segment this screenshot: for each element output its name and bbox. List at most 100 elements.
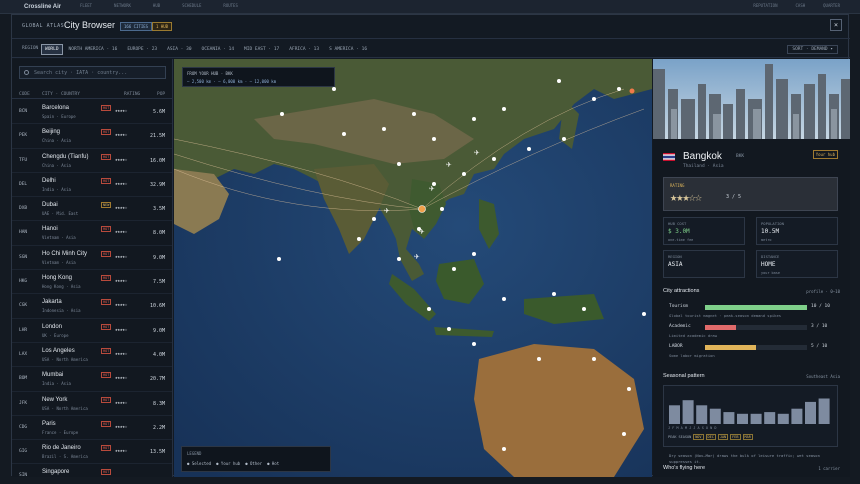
city-code: CDG (19, 424, 28, 430)
peak-month: NOV (693, 434, 704, 440)
legend-selected: ● Selected (187, 461, 212, 466)
stat-label: NETWORK (114, 3, 131, 8)
kpi-sub: your base (761, 271, 780, 275)
city-row[interactable]: SIN Singapore HOT (12, 464, 172, 477)
region-tab[interactable]: WORLD (41, 44, 63, 55)
legend-title: LEGEND (187, 451, 202, 456)
city-name: Los Angeles (42, 347, 75, 354)
city-rating-stars: ★★★★☆ (115, 351, 128, 357)
city-row[interactable]: HAN Hanoi Vietnam · Asia HOT ★★★★☆ 8.0M (12, 221, 172, 246)
city-country: India · Asia (42, 186, 71, 192)
region-tab[interactable]: EUROPE · 23 (123, 44, 161, 55)
region-filter-bar: REGION WORLD NORTH AMERICA · 16 EUROPE · 2… (12, 40, 850, 58)
stat-label: REPUTATION (753, 3, 778, 8)
region-tab[interactable]: ASIA · 30 (163, 44, 195, 55)
city-rating-stars: ★★★★☆ (115, 327, 128, 333)
region-tab[interactable]: NORTH AMERICA · 16 (65, 44, 122, 55)
city-population: 3.5M (152, 206, 165, 213)
header-rating: RATING (124, 92, 141, 97)
peak-season: PEAK SEASON NOV DEC JAN FEB MAR (668, 434, 753, 440)
city-row[interactable]: SGN Ho Chi Minh City Vietnam · Asia HOT ★★★★… (12, 246, 172, 271)
season-bars (669, 398, 830, 424)
city-population: 9.0M (152, 327, 165, 334)
map-canvas[interactable]: ✈ ✈ ✈ ✈ ✈ ✈ (174, 59, 652, 477)
city-population: 10.6M (149, 303, 165, 310)
peak-month: JAN (717, 434, 729, 440)
city-row[interactable]: BCN Barcelona Spain · Europe HOT ★★★★☆ 5.6M (12, 100, 172, 125)
who-flying-count: 1 carrier (818, 466, 840, 471)
city-population: 13.5M (149, 449, 165, 456)
stat-label: QUARTER (823, 3, 840, 8)
world-map[interactable]: ✈ ✈ ✈ ✈ ✈ ✈ FROM YOUR HUB · BKK — 2,500 km ·… (174, 59, 652, 477)
city-tag-badge: HOT (101, 396, 112, 403)
svg-text:✈: ✈ (414, 252, 420, 262)
city-rating-stars: ★★★★☆ (115, 181, 128, 187)
stat-label: CASH (795, 3, 806, 8)
city-country: Spain · Europe (42, 114, 76, 119)
kpi-population: POPULATION 10.5M metro (756, 217, 838, 245)
city-country: Vietnam · Asia (42, 259, 76, 265)
city-country: USA · North America (42, 356, 88, 362)
city-row[interactable]: CGK Jakarta Indonesia · Asia HOT ★★★★☆ 10.6M (12, 294, 172, 319)
city-row[interactable]: DEL Delhi India · Asia HOT ★★★★☆ 32.9M (12, 173, 172, 198)
sort-button[interactable]: SORT · DEMAND ▾ (787, 45, 838, 54)
city-country: China · Asia (42, 138, 71, 144)
city-population: 20.7M (149, 376, 165, 383)
city-row[interactable]: LHR London UK · Europe HOT ★★★★☆ 9.0M (12, 319, 172, 343)
who-flying-title: Who's flying here (663, 465, 706, 471)
kpi-value: ASIA (668, 261, 683, 268)
city-code: CGK (19, 303, 28, 309)
kpi-sub: metro (761, 238, 772, 242)
city-row[interactable]: CDG Paris France · Europe HOT ★★★★☆ 2.2M (12, 416, 172, 441)
region-tab[interactable]: S AMERICA · 16 (325, 44, 371, 55)
city-population: 21.5M (149, 133, 165, 140)
city-population: 9.0M (152, 254, 165, 261)
range-title: FROM YOUR HUB · BKK (187, 71, 233, 76)
city-code: LHR (19, 327, 28, 333)
map-legend: LEGEND ● Selected ● Your hub ● Other ● H… (181, 446, 331, 472)
attraction-desc: Limited academic draw (669, 333, 718, 338)
close-button[interactable]: × (830, 19, 842, 31)
attraction-name: Academic (669, 324, 691, 329)
your-hub-badge: Your hub (812, 150, 838, 159)
attraction-bar (705, 305, 807, 310)
svg-text:✈: ✈ (429, 184, 435, 194)
city-row[interactable]: BOM Mumbai India · Asia HOT ★★★★☆ 20.7M (12, 367, 172, 392)
city-population: 4.0M (152, 351, 165, 358)
rating-box: RATING ★★★☆☆ 3 / 5 (663, 177, 838, 211)
city-row[interactable]: PEK Beijing China · Asia HOT ★★★★☆ 21.5M (12, 124, 172, 149)
stat-label: HUB (152, 3, 161, 8)
city-row[interactable]: LAX Los Angeles USA · North America HOT ★★★★… (12, 343, 172, 368)
stat-label: ROUTES (223, 3, 238, 8)
city-rating-stars: ★★★★☆ (115, 230, 128, 236)
city-list-panel: Search city · IATA · country... CODE CIT… (12, 59, 173, 477)
kpi-hub-cost: HUB COST $ 3.0M one-time fee (663, 217, 745, 245)
peak-month: DEC (705, 434, 716, 440)
attraction-desc: Some labor migration (669, 353, 715, 358)
region-tab[interactable]: OCEANIA · 14 (198, 44, 239, 55)
city-country: UK · Europe (42, 332, 69, 338)
city-row[interactable]: GIG Rio de Janeiro Brazil · S. America HOT ★… (12, 440, 172, 465)
header-pop: POP (157, 92, 166, 97)
city-country: Brazil · S. America (42, 454, 88, 460)
region-tab[interactable]: MID EAST · 17 (240, 44, 283, 55)
list-header: CODE CITY · COUNTRY RATING POP (12, 89, 172, 99)
city-row[interactable]: JFK New York USA · North America HOT ★★★★☆ 8.… (12, 392, 172, 416)
city-code: DXB (19, 206, 28, 212)
hot-city-marker (629, 88, 635, 94)
peak-label: PEAK SEASON (668, 435, 692, 439)
city-name: Rio de Janeiro (42, 445, 81, 452)
city-tag-badge: HOT (101, 177, 112, 184)
stat-label: FLEET (80, 3, 93, 8)
kpi-label: POPULATION (761, 221, 784, 226)
city-country: India · Asia (42, 381, 71, 387)
kpi-label: HUB COST (668, 221, 687, 226)
city-name: Paris (42, 420, 56, 427)
region-tab[interactable]: AFRICA · 13 (285, 44, 323, 55)
city-row[interactable]: TFU Chengdu (Tianfu) China · Asia HOT ★★★★☆ 1… (12, 149, 172, 173)
city-row[interactable]: HKG Hong Kong Hong Kong · Asia HOT ★★★★☆ 7.5M (12, 270, 172, 295)
modal-title: City Browser (64, 20, 116, 30)
search-input[interactable]: Search city · IATA · country... (19, 66, 166, 79)
kpi-value: $ 3.0M (668, 228, 690, 235)
city-row[interactable]: DXB Dubai UAE · Mid. East NEW ★★★★☆ 3.5M (12, 197, 172, 222)
